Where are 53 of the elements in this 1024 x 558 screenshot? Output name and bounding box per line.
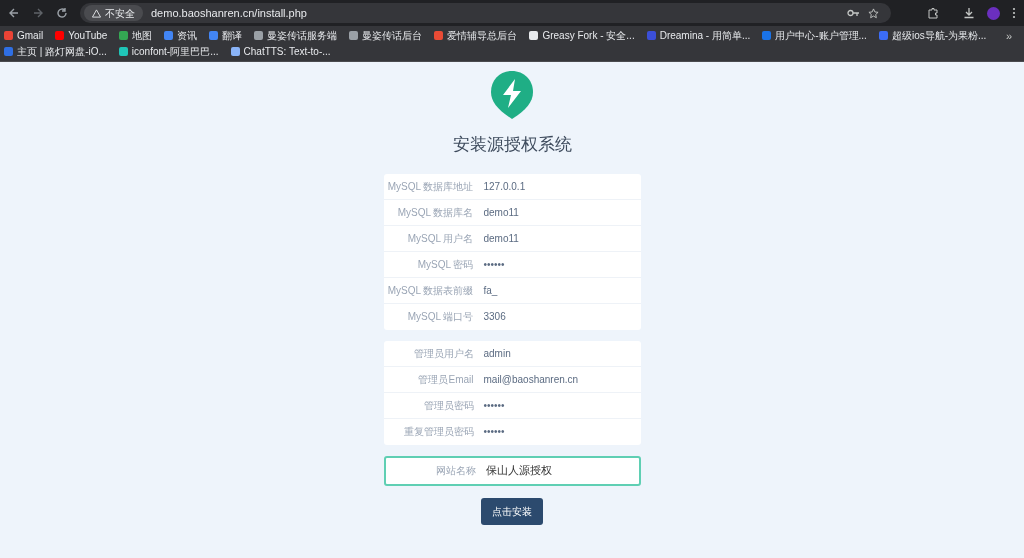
field-label: 网站名称	[434, 464, 476, 478]
back-icon[interactable]	[8, 7, 20, 19]
site-name-field[interactable]: 网站名称 保山人源授权	[383, 455, 641, 486]
bookmark-link[interactable]: 主页 | 路灯网盘-iO...	[4, 44, 107, 59]
bookmark-link[interactable]: 曼姿传话后台	[349, 28, 423, 43]
bookmark-link[interactable]: 资讯	[164, 28, 198, 43]
menu-icon[interactable]	[1012, 7, 1016, 19]
star-icon[interactable]	[868, 7, 879, 19]
bookmark-link[interactable]: 用户中心-账户管理...	[762, 28, 867, 43]
install-button[interactable]: 点击安装	[481, 497, 543, 525]
field-label: 管理员Email	[417, 372, 474, 387]
bookmark-link[interactable]: YouTube	[55, 28, 108, 43]
bookmark-link[interactable]: 爱情辅导总后台	[434, 28, 518, 43]
extensions-icon[interactable]	[927, 7, 939, 19]
address-bar[interactable]: 不安全 demo.baoshanren.cn/install.php	[80, 3, 891, 23]
input-field[interactable]: ••••••	[483, 256, 633, 272]
input-field[interactable]: 保山人源授权	[485, 462, 631, 479]
bookmark-link[interactable]: 翻译	[209, 28, 243, 43]
forward-icon[interactable]	[32, 7, 44, 19]
key-icon[interactable]	[847, 8, 860, 18]
input-field[interactable]: admin	[483, 345, 633, 361]
page-title: 安装源授权系统	[452, 134, 572, 156]
input-field[interactable]: mail@baoshanren.cn	[483, 371, 633, 387]
field-label: MySQL 端口号	[406, 310, 474, 324]
input-field[interactable]: ••••••	[483, 397, 633, 413]
input-field[interactable]: 127.0.0.1	[483, 178, 633, 194]
field-label: MySQL 数据表前缀	[386, 283, 474, 298]
download-icon[interactable]	[963, 7, 975, 19]
bookmark-link[interactable]: 曼姿传话服务端	[254, 28, 338, 43]
bookmark-link[interactable]: 地图	[119, 28, 153, 43]
input-field[interactable]: ••••••	[483, 424, 633, 439]
security-badge[interactable]: 不安全	[84, 5, 143, 21]
field-label: MySQL 密码	[416, 257, 474, 272]
field-label: 管理员密码	[422, 398, 474, 413]
url-text: demo.baoshanren.cn/install.php	[151, 5, 307, 21]
input-field[interactable]: demo11	[483, 230, 633, 246]
field-label: MySQL 数据库地址	[386, 179, 474, 194]
bookmark-link[interactable]: iconfont-阿里巴巴...	[118, 44, 219, 59]
bookmark-link[interactable]: 超级ios导航-为果粉...	[878, 28, 987, 43]
field-label: MySQL 用户名	[406, 231, 474, 246]
field-label: 管理员用户名	[412, 346, 474, 361]
bookmark-link[interactable]: Greasy Fork - 安全...	[529, 28, 635, 43]
field-label: 重复管理员密码	[402, 425, 474, 439]
bookmark-link[interactable]: Dreamina - 用简单...	[646, 28, 751, 43]
input-field[interactable]: fa_	[483, 282, 633, 298]
bookmark-link[interactable]: ChatTTS: Text-to-...	[230, 44, 331, 59]
input-field[interactable]: demo11	[483, 204, 633, 220]
more-bookmarks-button[interactable]: »	[997, 28, 1020, 45]
bookmark-link[interactable]: Gmail	[4, 28, 44, 43]
lightning-logo-icon	[490, 70, 534, 120]
field-label: MySQL 数据库名	[396, 205, 474, 220]
input-field[interactable]: 3306	[483, 309, 633, 324]
reload-icon[interactable]	[56, 7, 68, 19]
